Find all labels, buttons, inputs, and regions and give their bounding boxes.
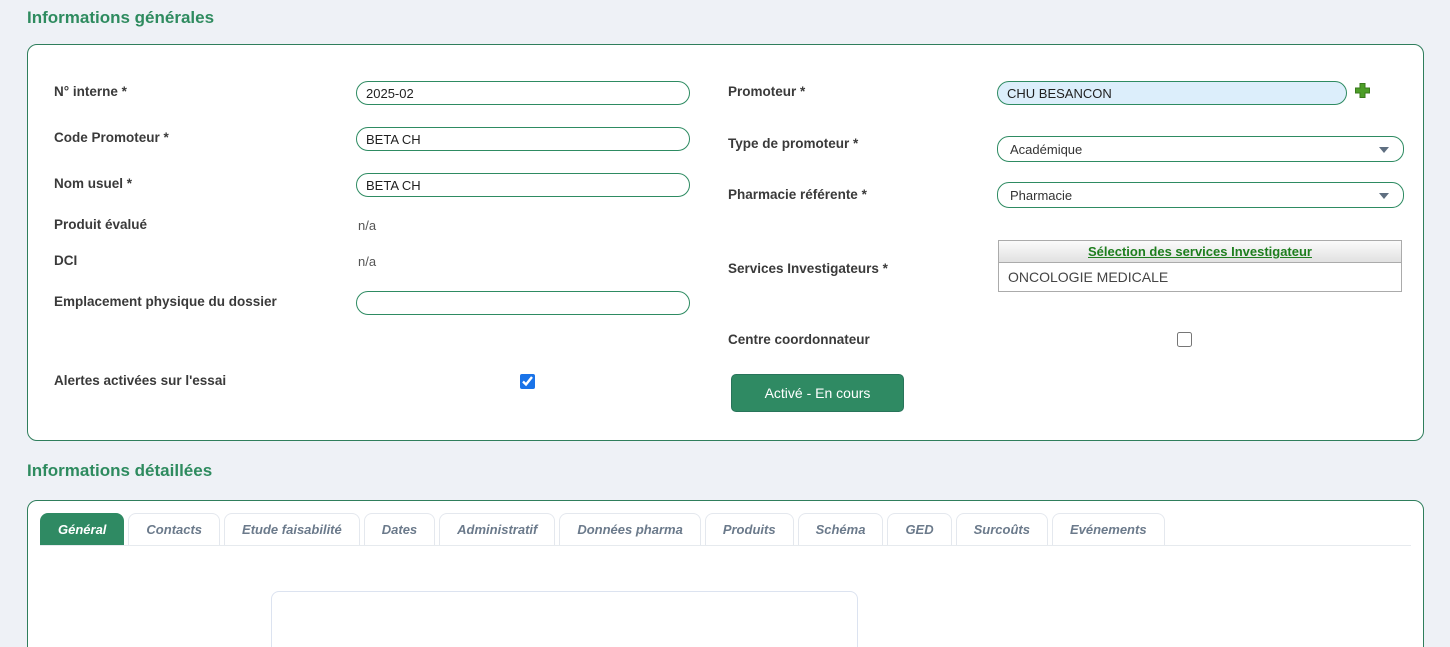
chevron-down-icon [1379,147,1389,153]
dci-label: DCI [54,253,77,268]
tab-etude-faisabilite[interactable]: Etude faisabilité [224,513,360,545]
tab-administratif[interactable]: Administratif [439,513,555,545]
services-table-header: Sélection des services Investigateur [999,241,1401,263]
type-promoteur-select[interactable]: Académique [997,136,1404,162]
selection-services-link[interactable]: Sélection des services Investigateur [1088,244,1312,259]
pharmacie-referente-label: Pharmacie référente * [728,187,867,202]
tab-dates[interactable]: Dates [364,513,435,545]
section-title-general: Informations générales [27,8,214,28]
chevron-down-icon [1379,193,1389,199]
tab-schema[interactable]: Schéma [798,513,884,545]
nom-usuel-label: Nom usuel * [54,176,132,191]
centre-coordonnateur-label: Centre coordonnateur [728,332,870,347]
type-promoteur-label: Type de promoteur * [728,136,858,151]
centre-coordonnateur-checkbox[interactable] [1177,332,1192,347]
promoteur-input[interactable] [997,81,1347,105]
emplacement-dossier-input[interactable] [356,291,690,315]
pharmacy-trial-form-page: Informations générales N° interne * Code… [0,0,1450,647]
dci-value: n/a [358,254,376,269]
tab-produits[interactable]: Produits [705,513,794,545]
services-investigateurs-table: Sélection des services Investigateur ONC… [998,240,1402,292]
tab-donnees-pharma[interactable]: Données pharma [559,513,700,545]
numero-interne-label: N° interne * [54,84,127,99]
tab-contacts[interactable]: Contacts [128,513,220,545]
tab-surcouts[interactable]: Surcoûts [956,513,1048,545]
general-info-panel: N° interne * Code Promoteur * Nom usuel … [27,44,1424,441]
numero-interne-input[interactable] [356,81,690,105]
detailed-info-panel: Général Contacts Etude faisabilité Dates… [27,500,1424,647]
tab-ged[interactable]: GED [887,513,951,545]
alertes-checkbox[interactable] [520,374,535,389]
produit-evalue-value: n/a [358,218,376,233]
emplacement-dossier-label: Emplacement physique du dossier [54,294,277,309]
promoteur-label: Promoteur * [728,84,805,99]
nom-usuel-input[interactable] [356,173,690,197]
tab-evenements[interactable]: Evénements [1052,513,1165,545]
section-title-details: Informations détaillées [27,461,212,481]
tab-content-placeholder-box [271,591,858,647]
services-table-row[interactable]: ONCOLOGIE MEDICALE [999,263,1401,291]
status-button[interactable]: Activé - En cours [731,374,904,412]
services-investigateurs-label: Services Investigateurs * [728,261,888,276]
code-promoteur-input[interactable] [356,127,690,151]
tab-general[interactable]: Général [40,513,124,545]
pharmacie-referente-selected-value: Pharmacie [1010,188,1072,203]
tabs-bar: Général Contacts Etude faisabilité Dates… [40,513,1411,546]
pharmacie-referente-select[interactable]: Pharmacie [997,182,1404,208]
produit-evalue-label: Produit évalué [54,217,147,232]
type-promoteur-selected-value: Académique [1010,142,1082,157]
alertes-label: Alertes activées sur l'essai [54,373,226,388]
plus-icon[interactable] [1354,82,1371,99]
code-promoteur-label: Code Promoteur * [54,130,169,145]
